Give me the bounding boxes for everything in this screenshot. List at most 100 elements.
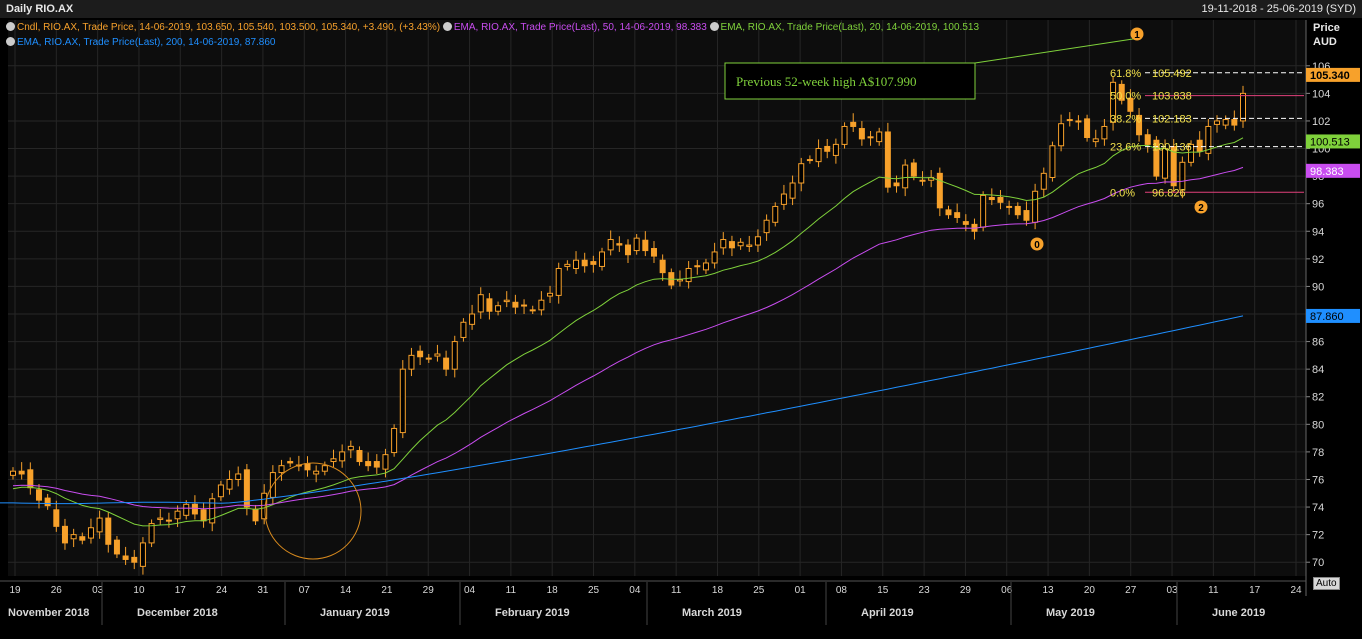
- price-axis-label: 104: [1312, 88, 1330, 100]
- candle-body: [902, 164, 909, 189]
- candle-body: [451, 341, 458, 370]
- wave-marker-label: 0: [1034, 240, 1040, 251]
- candle-body: [1214, 120, 1221, 125]
- x-axis-tick-label: 23: [919, 585, 931, 596]
- legend-candle[interactable]: Cndl, RIO.AX, Trade Price, 14-06-2019, 1…: [17, 22, 440, 33]
- candle-body: [53, 509, 60, 527]
- legend-toggle-icon[interactable]: [442, 22, 452, 31]
- legend-ema200[interactable]: EMA, RIO.AX, Trade Price(Last), 200, 14-…: [17, 37, 275, 48]
- candle-body: [287, 461, 294, 464]
- candle-body: [1040, 172, 1047, 190]
- candle-body: [650, 248, 657, 257]
- x-axis-tick-label: 13: [1043, 585, 1055, 596]
- candle-body: [408, 354, 415, 370]
- legend-ema20[interactable]: EMA, RIO.AX, Trade Price(Last), 20, 14-0…: [721, 22, 979, 33]
- candle-body: [702, 262, 709, 271]
- price-axis-label: Price: [1313, 22, 1340, 34]
- wave-marker-label: 1: [1134, 30, 1140, 41]
- candle-body: [1084, 118, 1091, 138]
- candle-body: [96, 517, 103, 533]
- x-axis-tick-label: 04: [464, 585, 476, 596]
- x-axis-month-label: November 2018: [8, 607, 89, 619]
- candle-body: [980, 194, 987, 228]
- auto-scale-button[interactable]: Auto: [1313, 577, 1340, 590]
- x-axis-tick-label: 11: [1208, 585, 1219, 596]
- x-axis-tick-label: 03: [1166, 585, 1178, 596]
- candle-body: [157, 517, 164, 520]
- legend-toggle-icon[interactable]: [709, 22, 719, 31]
- x-axis-tick-label: 11: [671, 585, 682, 596]
- x-axis-tick-label: 25: [588, 585, 600, 596]
- candle-body: [165, 519, 172, 522]
- candle-body: [365, 461, 372, 467]
- price-axis-label: 74: [1312, 502, 1324, 514]
- fib-level-value: 103.838: [1152, 91, 1192, 103]
- candle-body: [1049, 145, 1056, 178]
- candle-body: [564, 263, 571, 267]
- candle-body: [339, 451, 346, 462]
- x-axis-tick-label: 07: [299, 585, 311, 596]
- price-axis-label: 82: [1312, 392, 1324, 404]
- price-chart[interactable]: 7072747678808284868890929496981001021041…: [0, 0, 1362, 639]
- candle-body: [35, 489, 42, 501]
- candle-body: [44, 497, 51, 507]
- legend-row-1: Cndl, RIO.AX, Trade Price, 14-06-2019, 1…: [6, 22, 979, 33]
- x-axis-tick-label: 08: [836, 585, 848, 596]
- candle-body: [131, 556, 138, 563]
- x-axis-tick-label: 15: [877, 585, 889, 596]
- x-axis-tick-label: 17: [1249, 585, 1261, 596]
- candle-body: [962, 221, 969, 225]
- candle-body: [1058, 123, 1065, 147]
- x-axis-tick-label: 21: [381, 585, 393, 596]
- candle-body: [1006, 205, 1013, 208]
- candle-body: [460, 321, 467, 338]
- annotation-text: Previous 52-week high A$107.990: [736, 74, 917, 89]
- fib-level-pct: 23.6%: [1110, 142, 1141, 154]
- candle-body: [278, 465, 285, 474]
- candle-body: [824, 145, 831, 152]
- price-tag-value: 100.513: [1310, 136, 1350, 148]
- candle-body: [945, 209, 952, 216]
- candle-body: [954, 212, 961, 218]
- candle-body: [330, 458, 337, 463]
- chart-title-bar: [0, 0, 1362, 18]
- x-axis-tick-label: 19: [9, 585, 21, 596]
- candle-body: [356, 450, 363, 463]
- fib-level-pct: 61.8%: [1110, 68, 1141, 80]
- legend-toggle-icon[interactable]: [6, 37, 15, 46]
- x-axis-tick-label: 14: [340, 585, 352, 596]
- candle-body: [1222, 119, 1229, 126]
- x-axis-tick-label: 29: [423, 585, 435, 596]
- candle-body: [477, 294, 484, 313]
- candle-body: [555, 267, 562, 296]
- candle-body: [252, 508, 259, 522]
- price-axis-label: 96: [1312, 199, 1324, 211]
- price-axis-label: 92: [1312, 254, 1324, 266]
- candle-body: [174, 510, 181, 520]
- x-axis-tick-label: 11: [506, 585, 517, 596]
- candle-body: [850, 121, 857, 127]
- price-tag-value: 105.340: [1310, 70, 1350, 82]
- x-axis-month-label: April 2019: [861, 607, 914, 619]
- fib-level-pct: 0.0%: [1110, 187, 1135, 199]
- candle-body: [122, 555, 129, 560]
- candle-body: [417, 350, 424, 358]
- x-axis-tick-label: 25: [753, 585, 765, 596]
- x-axis-tick-label: 04: [629, 585, 641, 596]
- candle-body: [87, 527, 94, 539]
- x-axis-tick-label: 24: [1290, 585, 1302, 596]
- candle-body: [261, 492, 268, 520]
- candle-body: [616, 243, 623, 246]
- x-axis-tick-label: 10: [133, 585, 145, 596]
- candle-body: [486, 298, 493, 312]
- candle-body: [694, 265, 701, 268]
- candle-body: [61, 525, 68, 544]
- price-axis-label: 94: [1312, 226, 1324, 238]
- x-axis-month-label: January 2019: [320, 607, 390, 619]
- candle-body: [737, 241, 744, 247]
- candle-body: [676, 279, 683, 282]
- candle-body: [893, 182, 900, 187]
- candle-body: [841, 125, 848, 145]
- legend-toggle-icon[interactable]: [6, 22, 15, 31]
- legend-ema50[interactable]: EMA, RIO.AX, Trade Price(Last), 50, 14-0…: [454, 22, 707, 33]
